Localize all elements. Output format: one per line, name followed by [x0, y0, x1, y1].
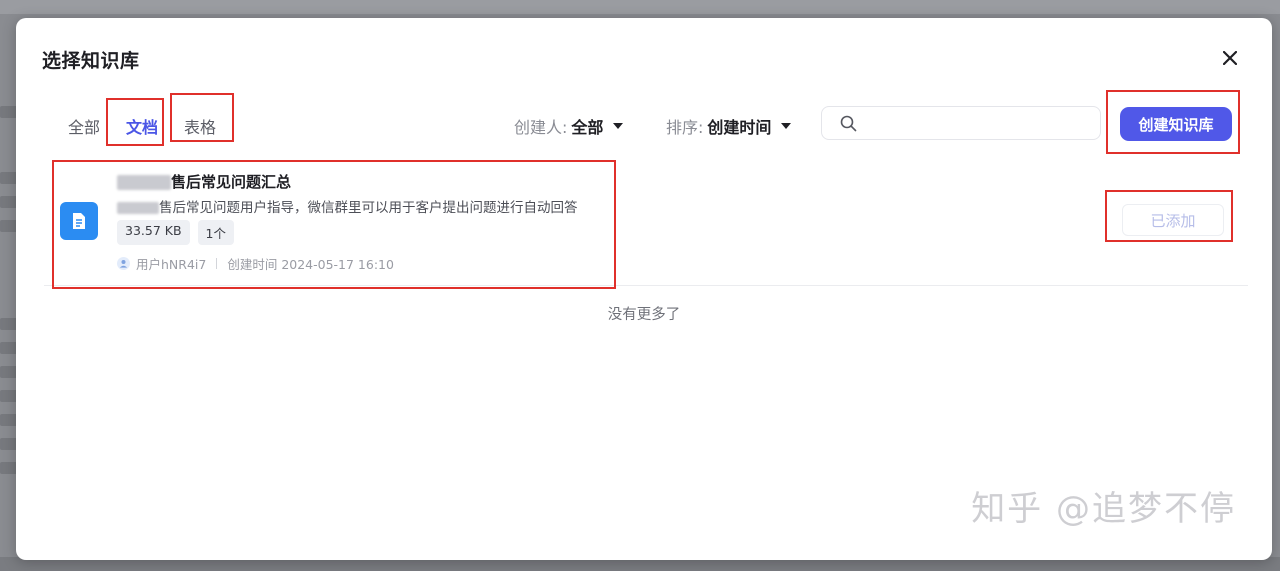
- creator-filter-dropdown[interactable]: 创建人: 全部: [514, 114, 624, 138]
- search-input[interactable]: [866, 111, 1094, 137]
- watermark: 知乎 @追梦不停: [971, 489, 1236, 529]
- file-count-tag: 1个: [197, 220, 234, 245]
- caret-down-icon: [613, 123, 624, 129]
- list-divider: [44, 285, 1248, 286]
- select-knowledge-base-dialog: 选择知识库 全部 文档 表格 创建人: 全部 排序: 创建时间 创建知识库 售后…: [16, 18, 1272, 560]
- caret-down-icon: [781, 123, 792, 129]
- knowledge-base-title: 售后常见问题汇总: [117, 171, 291, 192]
- knowledge-base-meta: 用户hNR4i7 创建时间 2024-05-17 16:10: [117, 254, 394, 273]
- knowledge-base-tags: 33.57 KB 1个: [117, 220, 234, 245]
- sort-value: 创建时间: [707, 118, 772, 137]
- knowledge-base-item[interactable]: 售后常见问题汇总 售后常见问题用户指导，微信群里可以用于客户提出问题进行自动回答…: [44, 168, 1248, 286]
- knowledge-base-title-text: 售后常见问题汇总: [171, 173, 292, 191]
- creator-name: 用户hNR4i7: [136, 257, 207, 272]
- redacted-text: [117, 175, 171, 190]
- knowledge-base-description-text: 售后常见问题用户指导，微信群里可以用于客户提出问题进行自动回答: [159, 200, 578, 216]
- close-button[interactable]: [1218, 46, 1242, 70]
- document-icon: [60, 202, 98, 240]
- sort-label: 排序:: [666, 118, 704, 137]
- created-time: 创建时间 2024-05-17 16:10: [227, 257, 394, 272]
- close-icon: [1223, 51, 1237, 65]
- meta-divider: [216, 258, 218, 269]
- creator-filter-value: 全部: [571, 118, 604, 137]
- dialog-title: 选择知识库: [42, 50, 140, 72]
- sort-dropdown[interactable]: 排序: 创建时间: [666, 114, 792, 138]
- tab-tables[interactable]: 表格: [184, 114, 216, 138]
- search-box: [821, 106, 1101, 140]
- knowledge-base-description: 售后常见问题用户指导，微信群里可以用于客户提出问题进行自动回答: [117, 196, 578, 216]
- redacted-text: [117, 202, 159, 214]
- list-end-text: 没有更多了: [607, 307, 681, 323]
- tab-documents[interactable]: 文档: [126, 114, 158, 138]
- background-topbar: [0, 0, 1280, 14]
- added-button[interactable]: 已添加: [1122, 204, 1224, 236]
- tab-all[interactable]: 全部: [68, 114, 100, 138]
- creator-filter-label: 创建人:: [514, 118, 568, 137]
- user-icon: [117, 257, 130, 270]
- search-icon: [840, 115, 857, 132]
- file-size-tag: 33.57 KB: [117, 220, 190, 245]
- create-knowledge-base-button[interactable]: 创建知识库: [1120, 107, 1232, 141]
